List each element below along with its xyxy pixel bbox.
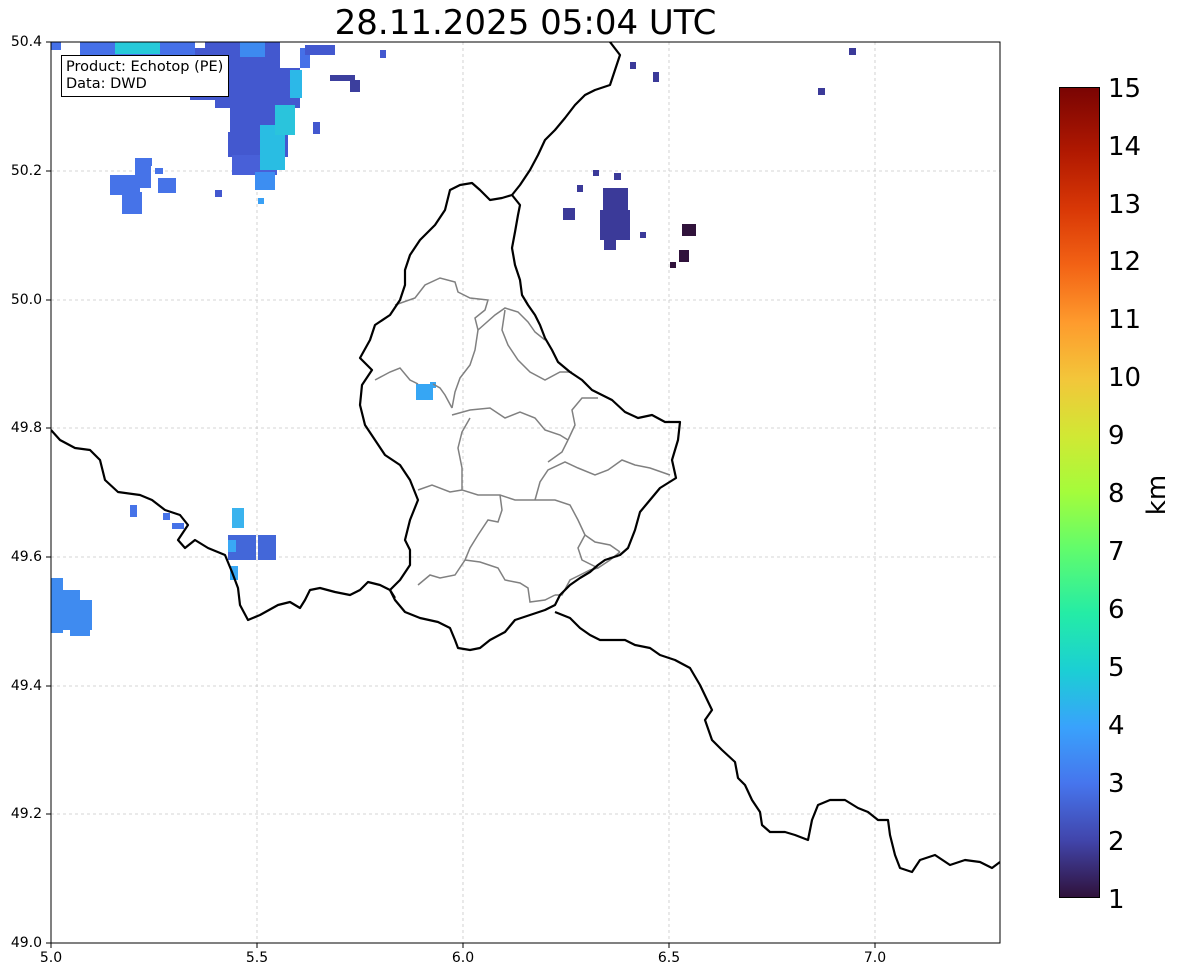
y-tick-label: 49.2 xyxy=(10,806,42,822)
germany-border-south xyxy=(554,610,1000,874)
x-tick-label: 6.5 xyxy=(657,950,681,966)
echo-west-small xyxy=(110,158,176,214)
colorbar-tick-label: 3 xyxy=(1108,769,1125,799)
axis-ticks xyxy=(46,41,876,948)
colorbar-tick-label: 11 xyxy=(1108,305,1142,335)
colorbar-tick-label: 15 xyxy=(1108,74,1142,104)
x-tick-label: 5.5 xyxy=(245,950,269,966)
y-tick-label: 49.8 xyxy=(10,420,42,436)
luxembourg-border xyxy=(358,181,682,652)
x-tick-label: 5.0 xyxy=(39,950,63,966)
data-source-label: Data: DWD xyxy=(66,76,147,92)
x-tick-label: 7.0 xyxy=(863,950,887,966)
radar-map xyxy=(46,41,1001,948)
colorbar-tick-label: 4 xyxy=(1108,711,1125,741)
y-tick-label: 50.4 xyxy=(10,34,42,50)
colorbar-tick-label: 6 xyxy=(1108,595,1125,625)
x-tick-label: 6.0 xyxy=(451,950,475,966)
belgium-france-border xyxy=(51,429,396,622)
colorbar-tick-label: 14 xyxy=(1108,132,1142,162)
echo-south-west xyxy=(130,505,276,580)
y-tick-label: 49.0 xyxy=(10,935,42,951)
colorbar-tick-label: 1 xyxy=(1108,885,1125,915)
echo-east-dark xyxy=(670,224,696,268)
national-borders xyxy=(51,42,1000,874)
germany-border-north xyxy=(511,42,622,196)
colorbar-tick-label: 5 xyxy=(1108,653,1125,683)
echo-east-cluster xyxy=(563,48,856,250)
colorbar-tick-label: 2 xyxy=(1108,827,1125,857)
colorbar-unit-label: km xyxy=(1142,474,1172,516)
colorbar-tick-label: 9 xyxy=(1108,421,1125,451)
echo-far-west xyxy=(51,578,92,636)
product-label: Product: Echotop (PE) xyxy=(66,59,224,75)
colorbar-tick-label: 8 xyxy=(1108,479,1125,509)
canton-boundaries xyxy=(374,277,671,603)
colorbar xyxy=(1059,87,1100,898)
colorbar-tick-label: 10 xyxy=(1108,363,1142,393)
colorbar-tick-label: 13 xyxy=(1108,190,1142,220)
y-tick-label: 49.4 xyxy=(10,678,42,694)
y-tick-label: 50.2 xyxy=(10,163,42,179)
y-tick-label: 49.6 xyxy=(10,549,42,565)
colorbar-tick-label: 7 xyxy=(1108,537,1125,567)
product-info-box: Product: Echotop (PE) Data: DWD xyxy=(61,55,230,97)
colorbar-tick-label: 12 xyxy=(1108,247,1142,277)
y-tick-label: 50.0 xyxy=(10,292,42,308)
